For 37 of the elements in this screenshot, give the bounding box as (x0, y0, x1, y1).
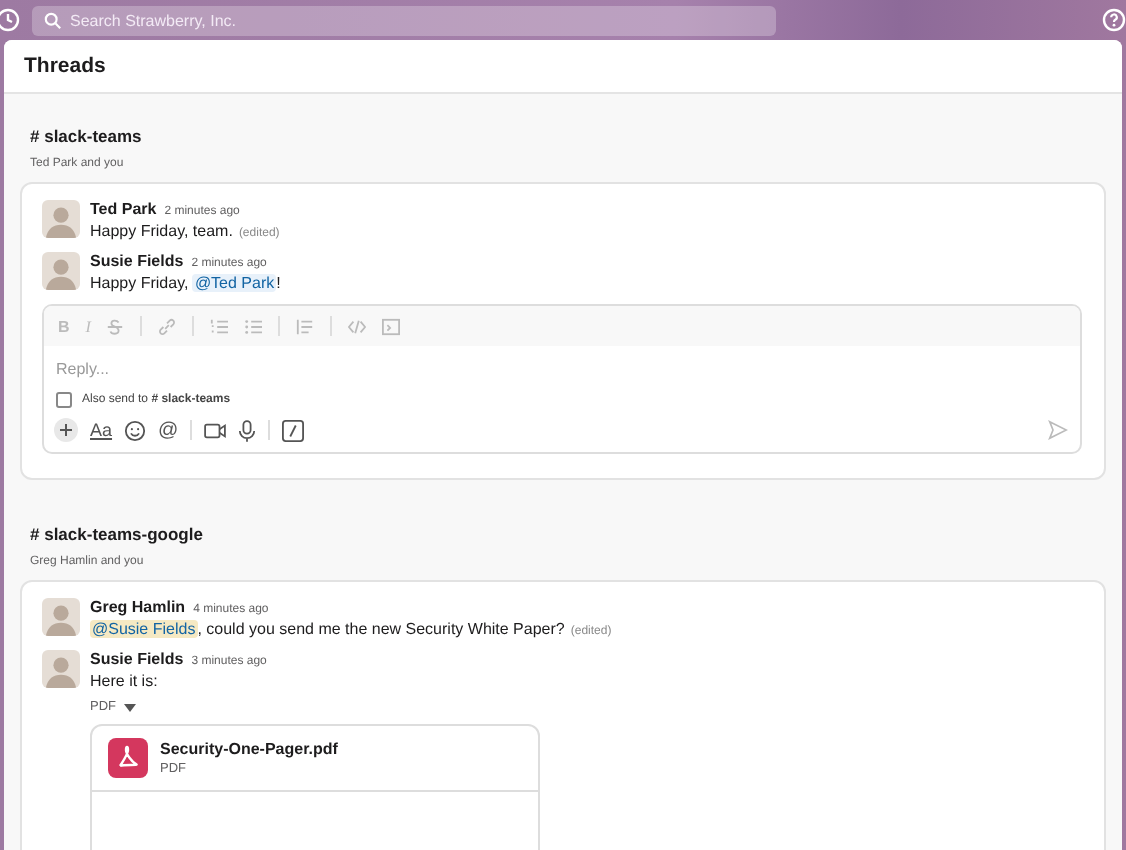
text-format-button[interactable]: Aa (90, 420, 113, 440)
pdf-icon (108, 738, 148, 778)
help-icon[interactable] (1102, 8, 1126, 32)
message-text: Here it is: (90, 672, 158, 690)
mention-button[interactable]: @ (158, 419, 179, 441)
author-name[interactable]: Greg Hamlin (90, 598, 186, 616)
emoji-icon[interactable] (124, 419, 147, 441)
plus-icon[interactable] (54, 418, 78, 442)
file-name: Security-One-Pager.pdf (160, 740, 338, 758)
strikethrough-icon[interactable] (106, 317, 125, 335)
code-icon[interactable] (348, 317, 367, 335)
avatar[interactable] (42, 252, 80, 290)
microphone-icon[interactable] (238, 419, 257, 441)
author-name[interactable]: Susie Fields (90, 252, 184, 270)
code-block-icon[interactable] (382, 317, 401, 335)
avatar[interactable] (42, 598, 80, 636)
caret-icon (124, 703, 136, 711)
author-name[interactable]: Ted Park (90, 200, 157, 218)
history-icon[interactable] (0, 8, 20, 32)
avatar[interactable] (42, 200, 80, 238)
page-title: Threads (24, 54, 106, 78)
also-send-checkbox[interactable] (56, 392, 72, 408)
channel-name[interactable]: # slack-teams (30, 126, 142, 146)
numbered-list-icon[interactable] (210, 317, 229, 335)
message-text: Happy Friday, team. (90, 222, 233, 240)
send-icon[interactable] (1048, 420, 1068, 440)
bulleted-list-icon[interactable] (244, 317, 263, 335)
video-icon[interactable] (204, 421, 227, 439)
blockquote-icon[interactable] (296, 317, 315, 335)
link-icon[interactable] (158, 317, 177, 335)
author-name[interactable]: Susie Fields (90, 650, 184, 668)
avatar[interactable] (42, 650, 80, 688)
channel-name[interactable]: # slack-teams-google (30, 524, 203, 544)
slash-command-icon[interactable] (282, 419, 305, 441)
message-text: Happy Friday, @Ted Park! (90, 274, 281, 292)
message-text: @Susie Fields, could you send me the new Security White Paper? (90, 620, 565, 638)
search-icon (44, 11, 62, 29)
